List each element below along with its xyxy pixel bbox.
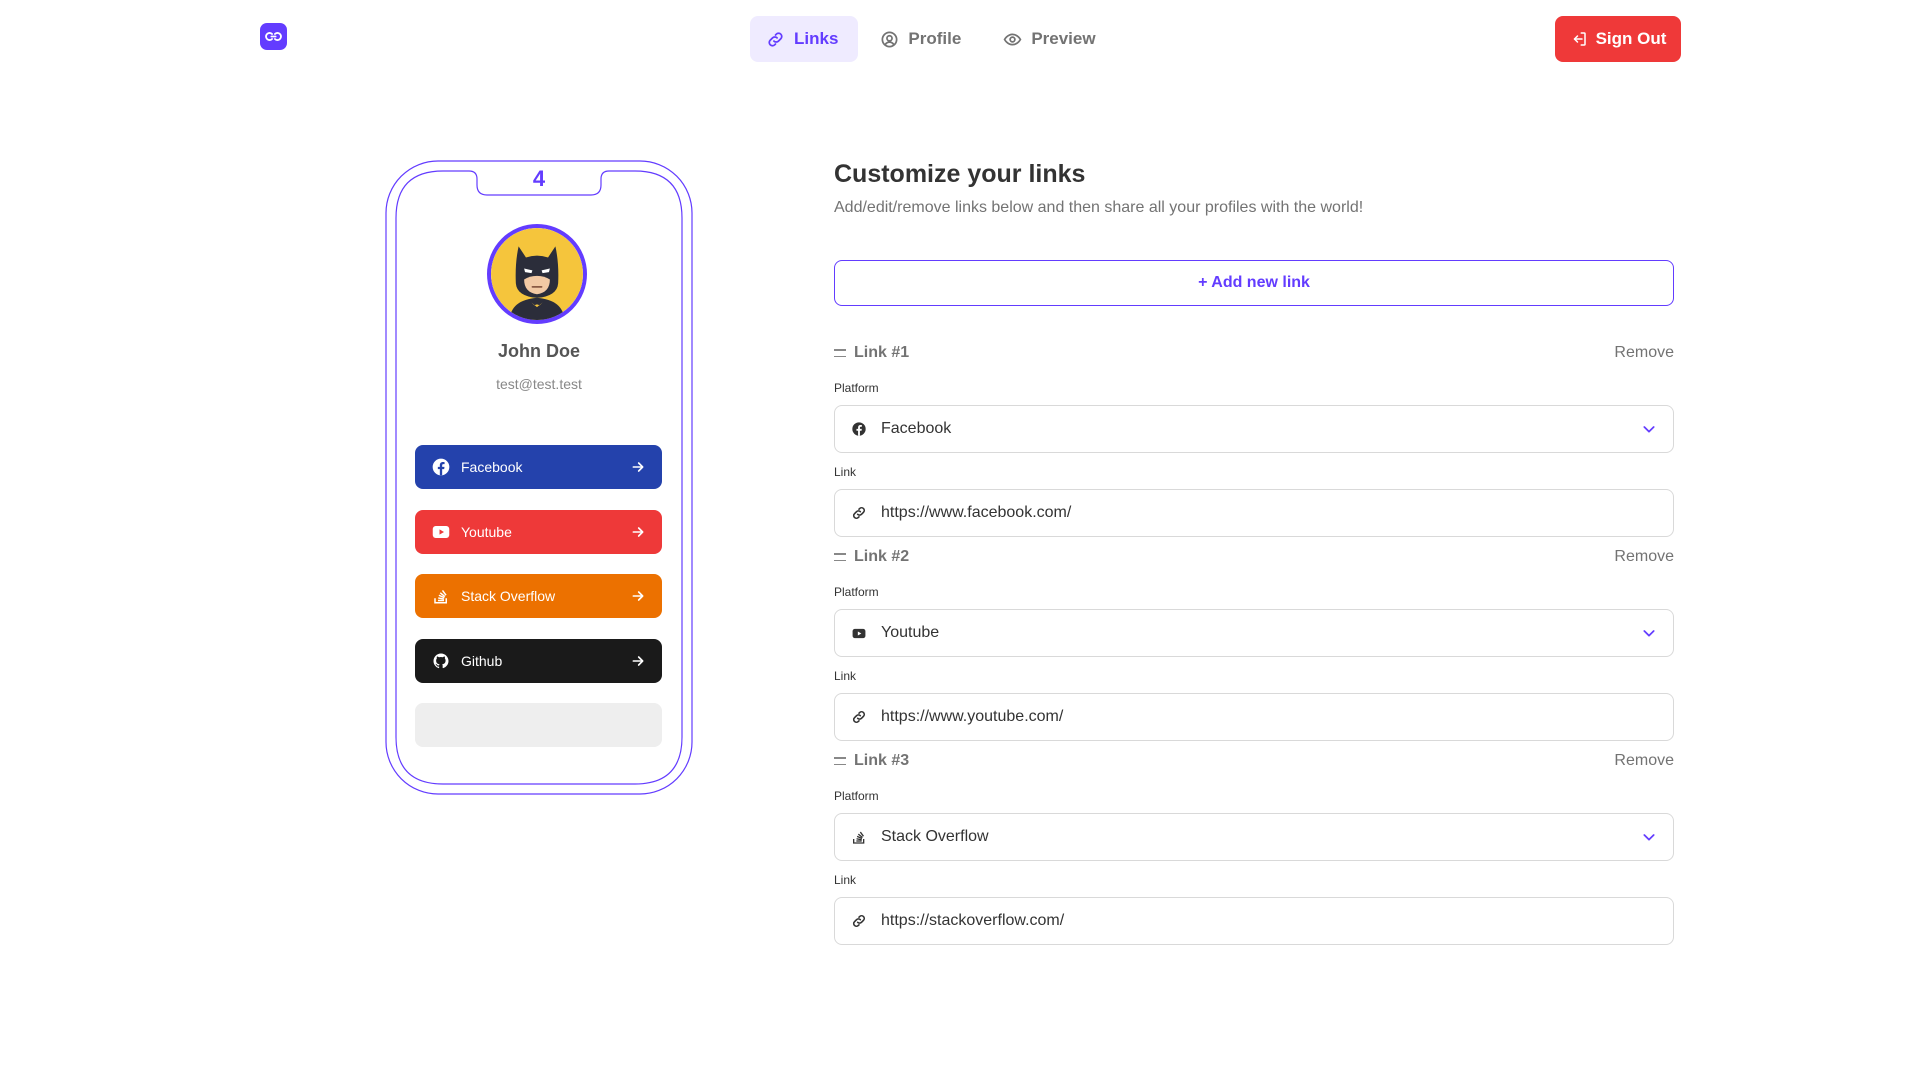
github-icon <box>431 651 451 671</box>
platform-select-value: Youtube <box>881 624 940 641</box>
link-url-field[interactable] <box>834 489 1674 537</box>
eye-icon <box>1003 32 1022 46</box>
link-item-1: Link #1 Remove Platform Facebook Link <box>834 343 1674 537</box>
profile-name: John Doe <box>497 341 580 361</box>
preview-links-list: Facebook Youtube Stack Overflow Github <box>415 445 662 747</box>
link-url-input[interactable] <box>881 708 1657 726</box>
link-label: Link <box>834 873 857 887</box>
platform-select[interactable]: Facebook <box>834 405 1674 453</box>
profile-icon <box>881 31 898 47</box>
platform-label: Platform <box>834 585 879 599</box>
youtube-icon <box>431 522 451 542</box>
link-item-title: Link #3 <box>854 752 910 769</box>
platform-select[interactable]: Youtube <box>834 609 1674 657</box>
drag-handle-icon[interactable] <box>834 757 846 765</box>
facebook-icon <box>431 457 451 477</box>
chevron-down-icon <box>1643 630 1655 637</box>
platform-select-value: Stack Overflow <box>881 828 989 845</box>
arrow-right-icon <box>632 526 644 537</box>
link-icon <box>851 505 867 521</box>
tab-profile[interactable]: Profile <box>864 16 981 62</box>
chevron-down-icon <box>1643 834 1655 841</box>
preview-link-youtube[interactable]: Youtube <box>415 509 662 554</box>
preview-link-stackoverflow[interactable]: Stack Overflow <box>415 574 662 618</box>
add-new-link-button[interactable]: + Add new link <box>834 260 1674 306</box>
link-count: 4 <box>532 166 546 191</box>
main-nav: Links Profile Preview <box>750 16 1116 62</box>
stackoverflow-icon <box>851 829 867 845</box>
link-item-2: Link #2 Remove Platform Youtube Link <box>834 547 1674 741</box>
arrow-right-icon <box>632 462 644 472</box>
facebook-icon <box>851 421 867 437</box>
top-navbar: Links Profile Preview Sign Out <box>0 0 1920 78</box>
stackoverflow-icon <box>431 586 451 606</box>
link-label: Link <box>834 669 857 683</box>
link-item-title: Link #1 <box>854 344 910 361</box>
link-icon <box>851 709 867 725</box>
sign-out-button[interactable]: Sign Out <box>1555 16 1681 62</box>
tab-profile-label: Profile <box>908 29 962 48</box>
drag-handle-icon[interactable] <box>834 349 846 357</box>
platform-select[interactable]: Stack Overflow <box>834 813 1674 861</box>
tab-links[interactable]: Links <box>750 16 859 62</box>
link-url-input[interactable] <box>881 504 1657 522</box>
remove-link-button[interactable]: Remove <box>1614 344 1674 362</box>
preview-link-label: Github <box>461 652 503 669</box>
preview-link-placeholder <box>415 703 662 747</box>
remove-link-button[interactable]: Remove <box>1614 548 1674 566</box>
link-item-3: Link #3 Remove Platform Stack Overflow L… <box>834 751 1674 945</box>
link-label: Link <box>834 465 857 479</box>
preview-link-github[interactable]: Github <box>415 638 662 683</box>
link-item-title: Link #2 <box>854 548 910 565</box>
tab-preview-label: Preview <box>1031 29 1096 48</box>
page-title: Customize your links <box>834 160 1086 188</box>
sign-out-icon <box>1573 32 1586 46</box>
drag-handle-icon[interactable] <box>834 553 846 561</box>
link-url-field[interactable] <box>834 897 1674 945</box>
link-url-field[interactable] <box>834 693 1674 741</box>
youtube-icon <box>851 625 867 641</box>
chevron-down-icon <box>1643 426 1655 433</box>
batman-avatar-icon <box>491 228 583 320</box>
preview-link-facebook[interactable]: Facebook <box>415 445 662 489</box>
app-logo-icon[interactable] <box>260 23 287 50</box>
avatar <box>487 224 587 324</box>
arrow-right-icon <box>632 591 644 601</box>
page-subtitle: Add/edit/remove links below and then sha… <box>834 199 1364 216</box>
arrow-right-icon <box>632 655 644 666</box>
link-icon <box>851 913 867 929</box>
link-url-input[interactable] <box>881 912 1657 930</box>
platform-select-value: Facebook <box>881 420 952 437</box>
tab-preview[interactable]: Preview <box>987 16 1115 62</box>
platform-label: Platform <box>834 381 879 395</box>
remove-link-button[interactable]: Remove <box>1614 752 1674 770</box>
tab-links-label: Links <box>794 29 839 48</box>
link-icon <box>768 31 783 47</box>
phone-preview: 4 John Doe test@test.test Facebook Youtu… <box>385 160 693 795</box>
preview-link-label: Stack Overflow <box>461 588 556 604</box>
platform-label: Platform <box>834 789 879 803</box>
preview-link-label: Facebook <box>461 459 523 475</box>
links-editor: Customize your links Add/edit/remove lin… <box>834 160 1674 945</box>
profile-email: test@test.test <box>496 376 582 392</box>
sign-out-label: Sign Out <box>1595 29 1667 48</box>
preview-link-label: Youtube <box>461 523 512 540</box>
